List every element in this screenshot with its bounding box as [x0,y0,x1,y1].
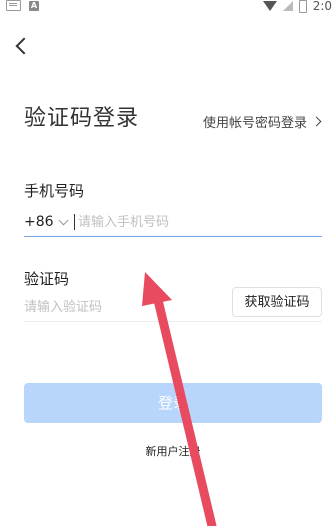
a-icon: A [29,0,39,11]
text-cursor [74,214,75,230]
password-login-link[interactable]: 使用帐号密码登录 [202,112,322,131]
country-code-value: +86 [24,214,54,230]
login-button[interactable]: 登录 [24,383,322,423]
get-code-button[interactable]: 获取验证码 [232,287,322,317]
wifi-icon [262,1,277,11]
battery-icon [298,0,307,13]
status-time: 2:0 [312,0,332,13]
code-label: 验证码 [24,270,70,288]
keyboard-icon [6,0,21,11]
chevron-down-icon [58,215,68,225]
password-login-label: 使用帐号密码登录 [202,116,307,131]
code-input[interactable] [24,295,204,319]
page-title: 验证码登录 [24,106,140,131]
phone-input-wrap [74,210,324,234]
phone-label: 手机号码 [24,182,85,200]
phone-underline [24,236,322,237]
signal-icon [282,1,293,11]
code-underline [24,321,322,322]
register-link[interactable]: 新用户注册 [0,443,334,459]
chevron-right-icon [311,116,322,127]
status-bar: A 2:0 [0,0,334,14]
country-code-selector[interactable]: +86 [24,214,68,230]
phone-input[interactable] [78,210,318,234]
back-button[interactable] [12,36,32,56]
status-right-icons: 2:0 [262,0,332,13]
status-left-icons: A [6,0,39,11]
